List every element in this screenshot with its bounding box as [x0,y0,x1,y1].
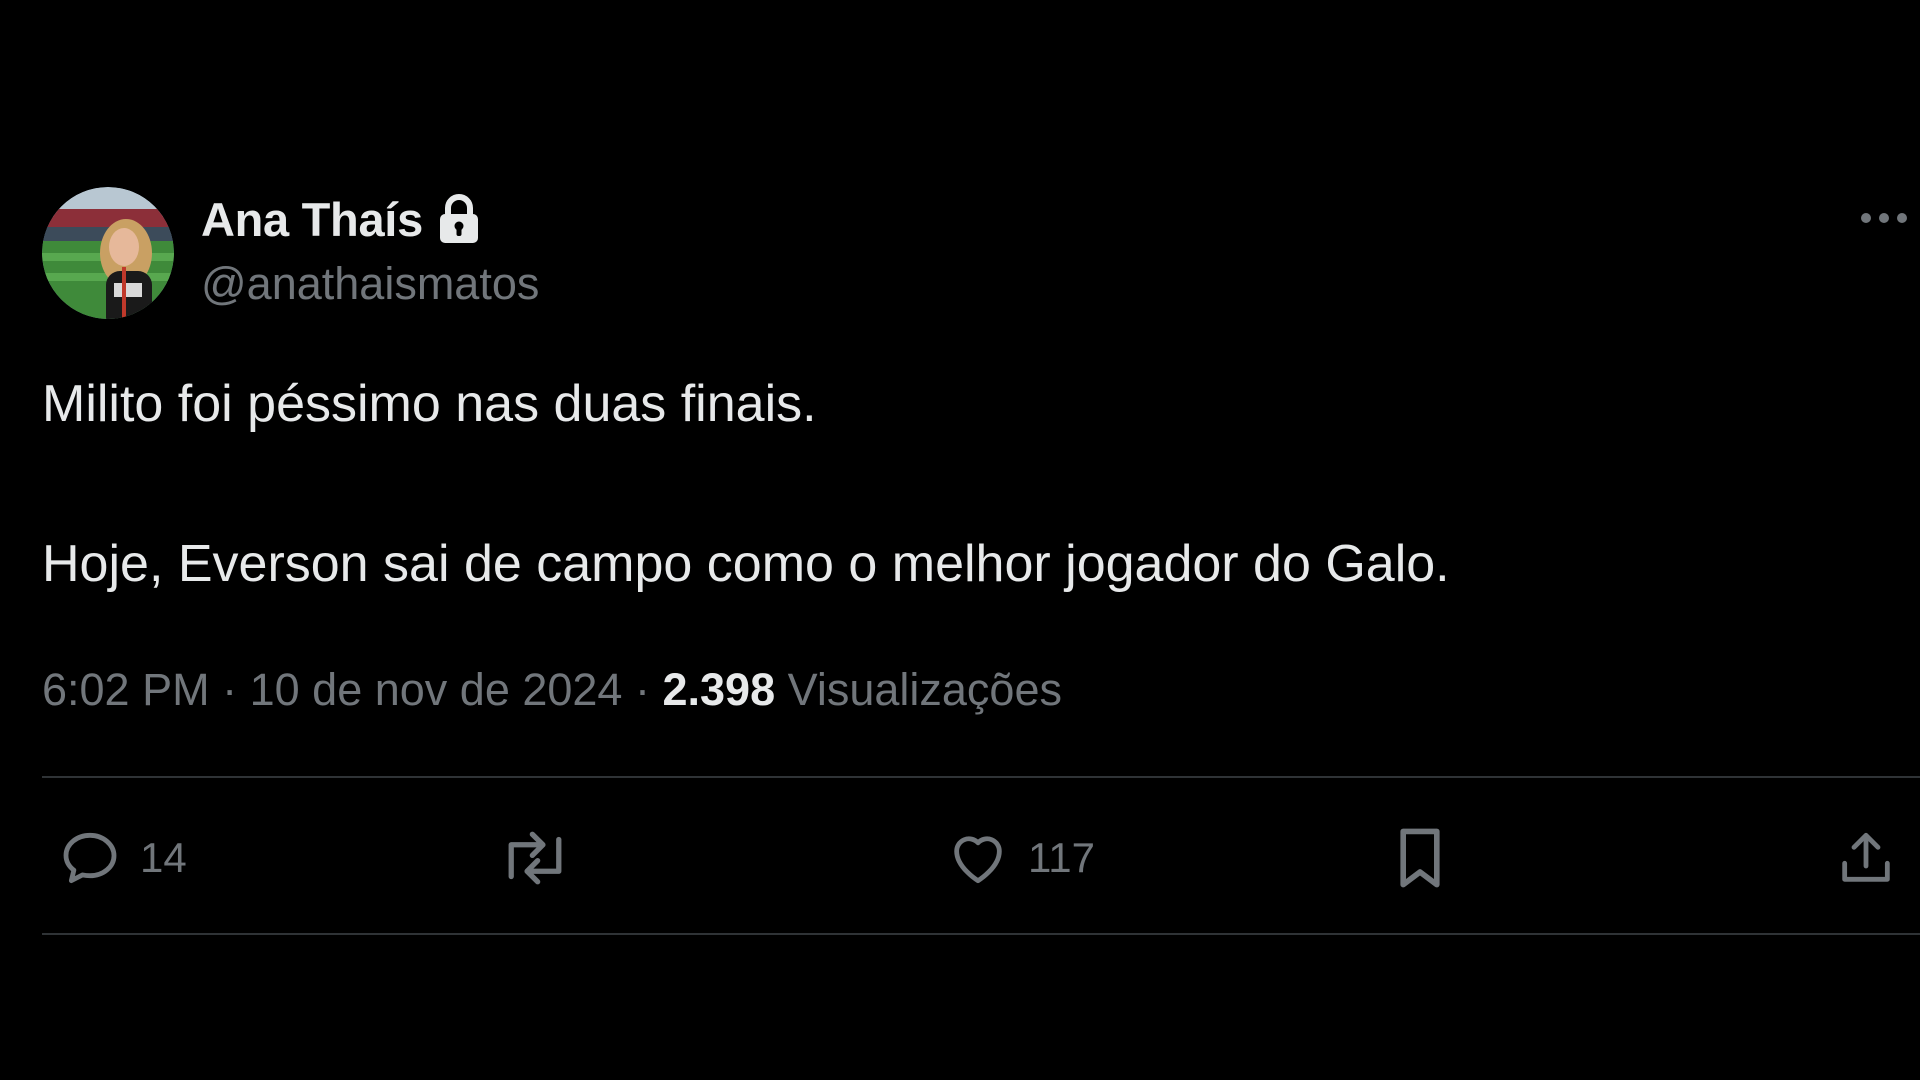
divider [42,933,1920,935]
bookmark-icon [1400,828,1440,888]
repost-icon [508,831,562,885]
meta-separator: · [222,664,238,715]
author-handle[interactable]: @anathaismatos [201,258,539,310]
tweet-time[interactable]: 6:02 PM [42,664,210,715]
reply-icon [63,832,117,884]
more-icon [1861,213,1907,223]
more-options-button[interactable] [1856,198,1912,238]
like-count: 117 [1028,834,1095,881]
author-name-row: Ana Thaís [201,190,481,248]
reply-button[interactable]: 14 [58,820,187,896]
share-icon [1842,832,1890,882]
tweet-text-line: Hoje, Everson sai de campo como o melhor… [42,535,1450,593]
meta-separator: · [634,664,650,715]
tweet-date[interactable]: 10 de nov de 2024 [250,664,623,715]
tweet-text-line: Milito foi péssimo nas duas finais. [42,375,817,433]
avatar-photo [42,187,174,319]
display-name[interactable]: Ana Thaís [201,192,423,247]
divider [42,776,1920,778]
lock-icon [437,193,481,245]
heart-icon [954,836,1002,884]
like-button[interactable]: 117 [946,820,1095,896]
reply-count: 14 [140,834,187,881]
tweet-meta: 6:02 PM · 10 de nov de 2024 · 2.398 Visu… [42,662,1062,718]
views-count: 2.398 [662,664,776,715]
tweet-text: Milito foi péssimo nas duas finais. Hoje… [42,374,1862,594]
bookmark-button[interactable] [1392,820,1448,896]
tweet: Ana Thaís @anathaismatos Milito foi péss… [0,0,1920,1080]
views-label: Visualizações [787,664,1062,715]
repost-button[interactable] [498,820,572,896]
avatar[interactable] [42,187,174,319]
share-button[interactable] [1834,820,1898,896]
